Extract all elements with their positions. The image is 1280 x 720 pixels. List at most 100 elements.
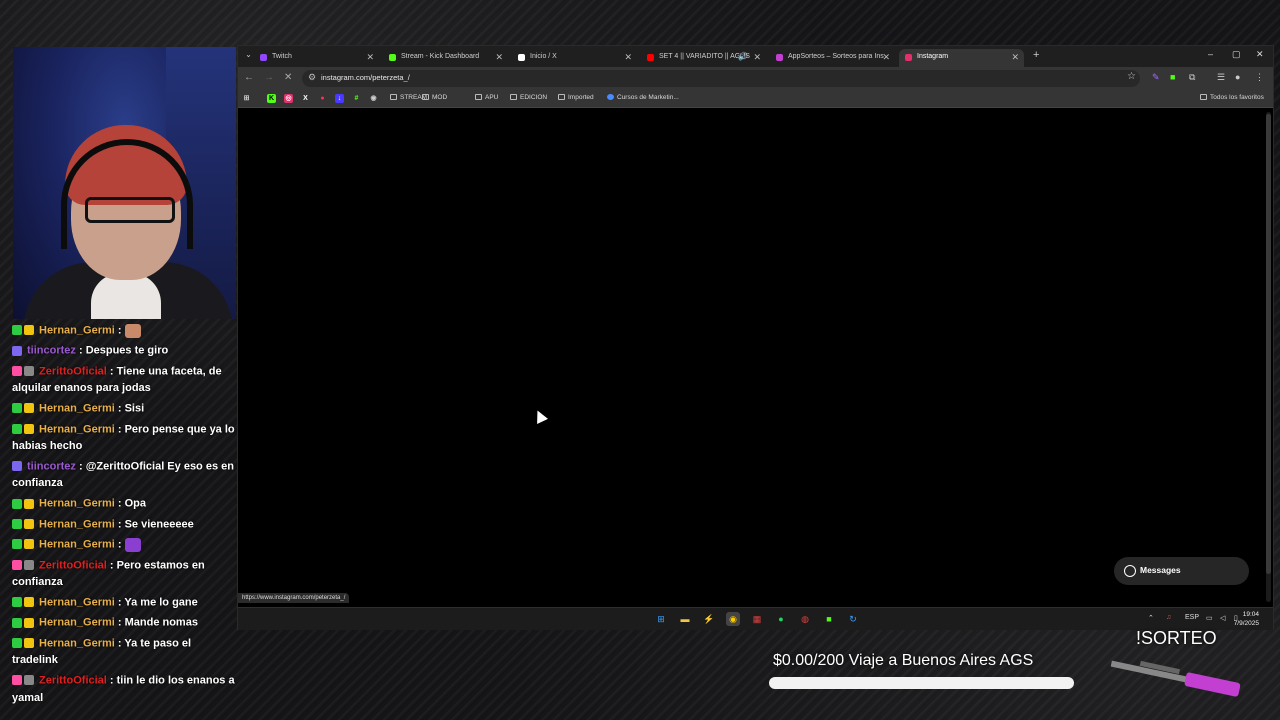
chat-username[interactable]: Hernan_Germi: [39, 539, 115, 551]
extension-kick-icon[interactable]: ■: [1170, 72, 1175, 82]
tab-5[interactable]: Instagram ✕: [899, 49, 1024, 67]
chat-username[interactable]: Hernan_Germi: [39, 518, 115, 530]
chat-username[interactable]: ZerittoOficial: [39, 675, 107, 687]
taskbar-clock[interactable]: 19:04 7/9/2025: [1234, 610, 1259, 628]
bookmark-x-icon[interactable]: X: [301, 94, 310, 103]
webcam-feed: [13, 47, 236, 319]
scrollbar-thumb[interactable]: [1266, 114, 1271, 574]
bookmark-folder-5[interactable]: Cursos de Marketin...: [607, 94, 679, 101]
tray-network-icon[interactable]: ▭: [1206, 614, 1213, 622]
badge-icon: [24, 403, 34, 414]
folder-icon: [510, 94, 517, 100]
chat-username[interactable]: Hernan_Germi: [39, 617, 115, 629]
bookmark-globe-icon[interactable]: ◉: [369, 94, 378, 103]
reading-list-icon[interactable]: ☰: [1217, 72, 1225, 83]
badge-icon: [24, 518, 34, 529]
tray-chevron-icon[interactable]: ⌃: [1148, 614, 1154, 622]
bookmark-download-icon[interactable]: ↓: [335, 94, 344, 103]
taskbar-app-icon[interactable]: ⚡: [702, 612, 716, 626]
tab-favicon-icon: [776, 54, 783, 61]
bookmark-folder-2[interactable]: APU: [475, 94, 498, 101]
badge-icon: [12, 461, 22, 472]
tab-1[interactable]: Stream - Kick Dashboard ✕: [383, 49, 508, 67]
kick-app-icon[interactable]: ■: [822, 612, 836, 626]
site-info-icon[interactable]: ⚙: [308, 72, 316, 83]
chat-message: Hernan_Germi :: [12, 322, 237, 339]
address-bar[interactable]: ⚙ instagram.com/peterzeta_/ ☆: [302, 70, 1140, 87]
chat-emote-icon: [124, 537, 141, 552]
maximize-button[interactable]: ▢: [1232, 49, 1241, 60]
tab-3[interactable]: SET 4 || VARIADITO || AGUS ✕ 🔊: [641, 49, 766, 67]
chat-text: Se vieneeeee: [124, 518, 194, 531]
tab-close-icon[interactable]: ✕: [882, 49, 890, 65]
bookmark-instagram-icon[interactable]: ◎: [284, 94, 293, 103]
extensions-puzzle-icon[interactable]: ⧉: [1189, 72, 1195, 83]
bookmark-kick-icon[interactable]: K: [267, 94, 276, 103]
bookmark-folder-1[interactable]: MOD: [422, 94, 447, 101]
tab-0[interactable]: Twitch ✕: [254, 49, 379, 67]
bookmark-label: APU: [485, 94, 499, 101]
chrome-icon[interactable]: ◉: [726, 612, 740, 626]
start-windows-icon[interactable]: ⊞: [654, 612, 668, 626]
chat-username[interactable]: ZerittoOficial: [39, 365, 107, 377]
chat-username[interactable]: tiincortez: [27, 460, 76, 472]
extension-pen-icon[interactable]: ✎: [1152, 72, 1160, 83]
tab-2[interactable]: Inicio / X ✕: [512, 49, 637, 67]
bookmark-star-icon[interactable]: ☆: [1127, 71, 1136, 82]
tab-close-icon[interactable]: ✕: [624, 49, 632, 65]
bookmark-folder-4[interactable]: Imported: [558, 94, 594, 101]
spotify-icon[interactable]: ●: [774, 612, 788, 626]
tab-favicon-icon: [389, 54, 396, 61]
tab-audio-icon[interactable]: 🔊: [738, 49, 748, 65]
close-window-button[interactable]: ✕: [1256, 49, 1264, 60]
tab-4[interactable]: AppSorteos – Sorteos para Ins ✕: [770, 49, 895, 67]
menu-kebab-icon[interactable]: ⋮: [1255, 72, 1264, 83]
bookmark-hash-icon[interactable]: #: [352, 94, 361, 103]
tab-close-icon[interactable]: ✕: [366, 49, 374, 65]
chat-separator: :: [106, 674, 117, 687]
chat-username[interactable]: Hernan_Germi: [39, 324, 115, 336]
chat-username[interactable]: Hernan_Germi: [39, 637, 115, 649]
chat-separator: :: [75, 344, 86, 357]
tray-mic-icon[interactable]: ♫: [1166, 614, 1171, 621]
chat-username[interactable]: Hernan_Germi: [39, 423, 115, 435]
minimize-button[interactable]: –: [1208, 49, 1213, 59]
instagram-messages-button[interactable]: Messages: [1114, 557, 1249, 585]
chat-username[interactable]: Hernan_Germi: [39, 498, 115, 510]
chat-username[interactable]: ZerittoOficial: [39, 559, 107, 571]
tab-close-icon[interactable]: ✕: [495, 49, 503, 65]
profile-avatar-icon[interactable]: ●: [1235, 72, 1240, 82]
bookmark-folder-3[interactable]: EDICION: [510, 94, 547, 101]
bookmark-label: MOD: [432, 94, 448, 101]
tab-close-icon[interactable]: ✕: [1011, 49, 1019, 65]
new-tab-button[interactable]: +: [1033, 49, 1039, 61]
refresh-app-icon[interactable]: ↻: [846, 612, 860, 626]
page-scrollbar[interactable]: [1266, 112, 1271, 602]
bookmarks-bar: ⊞ K ◎ X ● ↓ # ◉ STREAM MOD APU EDICION Impor…: [238, 90, 1273, 108]
badge-icon: [12, 597, 22, 608]
bookmark-record-icon[interactable]: ●: [318, 94, 327, 103]
chat-badges: [12, 594, 36, 611]
back-button[interactable]: ←: [244, 72, 254, 83]
tray-volume-icon[interactable]: ◁: [1220, 614, 1225, 622]
forward-button[interactable]: →: [264, 72, 274, 83]
instagram-page[interactable]: [238, 109, 1264, 609]
tab-close-icon[interactable]: ✕: [753, 49, 761, 65]
file-explorer-icon[interactable]: ▬: [678, 612, 692, 626]
all-bookmarks-folder[interactable]: Todos los favoritos: [1200, 94, 1264, 101]
bookmark-label: Cursos de Marketin...: [617, 94, 679, 101]
tray-language[interactable]: ESP: [1185, 614, 1199, 621]
chat-username[interactable]: tiincortez: [27, 345, 76, 357]
apps-grid-icon[interactable]: ⊞: [242, 94, 251, 103]
chat-separator: :: [106, 559, 117, 572]
bookmark-label: Imported: [568, 94, 594, 101]
tab-label: AppSorteos – Sorteos para Ins: [788, 53, 884, 60]
chat-emote-icon: [124, 323, 141, 338]
obs-record-icon[interactable]: ▦: [750, 612, 764, 626]
chat-badges: [12, 400, 36, 417]
stop-loading-button[interactable]: ✕: [284, 72, 292, 83]
chat-username[interactable]: Hernan_Germi: [39, 403, 115, 415]
chat-message: tiincortez : Despues te giro: [12, 342, 237, 359]
chat-username[interactable]: Hernan_Germi: [39, 596, 115, 608]
streamlabs-icon[interactable]: ◍: [798, 612, 812, 626]
